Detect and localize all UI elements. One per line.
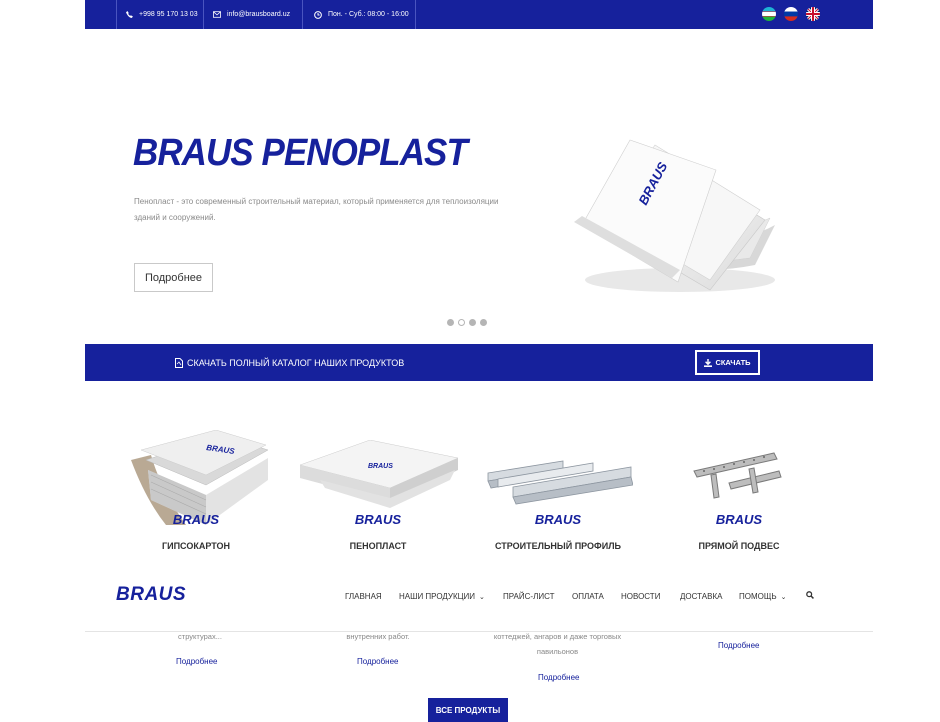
svg-text:BRAUS: BRAUS — [368, 463, 393, 470]
slider-dots — [447, 319, 487, 326]
catalog-link[interactable]: СКАЧАТЬ ПОЛНЫЙ КАТАЛОГ НАШИХ ПРОДУКТОВ — [175, 344, 404, 381]
ru-flag-icon[interactable] — [784, 7, 798, 21]
nav-products-label: НАШИ ПРОДУКЦИИ — [399, 592, 476, 601]
download-button[interactable]: СКАЧАТЬ — [695, 350, 760, 375]
catalog-text: СКАЧАТЬ ПОЛНЫЙ КАТАЛОГ НАШИХ ПРОДУКТОВ — [187, 357, 405, 368]
gypsum-board-image: BRAUS — [131, 430, 269, 525]
search-icon — [806, 591, 814, 599]
nav-payment[interactable]: ОПЛАТА — [572, 592, 604, 601]
logo[interactable]: BRAUS — [116, 584, 186, 606]
slide-dot[interactable] — [447, 319, 454, 326]
download-label: СКАЧАТЬ — [715, 358, 751, 367]
search-button[interactable] — [806, 591, 814, 601]
envelope-icon — [213, 11, 221, 18]
slide-dot-active[interactable] — [458, 319, 465, 326]
hanger-image — [693, 452, 782, 499]
hero-title: BRAUS PENOPLAST — [133, 132, 468, 174]
more-link[interactable]: Подробнее — [538, 673, 580, 682]
nav-delivery[interactable]: ДОСТАВКА — [680, 592, 722, 601]
more-link[interactable]: Подробнее — [718, 641, 760, 650]
more-link[interactable]: Подробнее — [176, 657, 218, 666]
chevron-down-icon: ⌄ — [479, 594, 485, 601]
divider — [302, 0, 303, 29]
product-snippet: коттеджей, ангаров и даже торговых павил… — [493, 632, 622, 656]
product-brand: BRAUS — [172, 512, 220, 527]
download-icon — [704, 358, 713, 367]
product-brand: BRAUS — [354, 512, 402, 527]
nav-products[interactable]: НАШИ ПРОДУКЦИИ ⌄ — [399, 592, 485, 601]
chevron-down-icon: ⌄ — [780, 594, 787, 601]
hero-more-button[interactable]: Подробнее — [134, 263, 213, 292]
gb-flag-icon[interactable] — [806, 7, 820, 21]
penoplast-image: BRAUS — [300, 440, 459, 508]
product-name: ПРЯМОЙ ПОДВЕС — [698, 541, 780, 551]
nav-help[interactable]: ПОМОЩЬ ⌄ — [739, 592, 786, 601]
phone-contact[interactable]: +998 95 170 13 03 — [116, 0, 203, 29]
all-products-button[interactable]: ВСЕ ПРОДУКТЫ — [428, 698, 508, 722]
more-link[interactable]: Подробнее — [357, 657, 399, 666]
hours-info: Пон. - Суб.: 08:00 - 16:00 — [304, 0, 415, 29]
clock-icon — [314, 10, 322, 19]
pdf-file-icon — [175, 357, 183, 368]
nav-help-label: ПОМОЩЬ — [739, 592, 777, 601]
divider — [415, 0, 416, 29]
product-brand: BRAUS — [534, 512, 582, 527]
phone-text: +998 95 170 13 03 — [139, 11, 198, 18]
slide-dot[interactable] — [480, 319, 487, 326]
nav-price-list[interactable]: ПРАЙС-ЛИСТ — [503, 592, 554, 601]
catalog-banner: СКАЧАТЬ ПОЛНЫЙ КАТАЛОГ НАШИХ ПРОДУКТОВ С… — [85, 344, 873, 381]
profile-image — [487, 460, 633, 505]
slide-dot[interactable] — [469, 319, 476, 326]
product-name: ПЕНОПЛАСТ — [349, 541, 407, 551]
email-contact[interactable]: info@brausboard.uz — [203, 0, 302, 29]
email-text: info@brausboard.uz — [227, 11, 291, 18]
main-navbar: BRAUS ГЛАВНАЯ НАШИ ПРОДУКЦИИ ⌄ ПРАЙС-ЛИСТ… — [85, 573, 873, 632]
product-brand: BRAUS — [715, 512, 763, 527]
hours-text: Пон. - Суб.: 08:00 - 16:00 — [328, 11, 409, 18]
product-name: ГИПСОКАРТОН — [162, 541, 230, 551]
uz-flag-icon[interactable] — [762, 7, 776, 21]
nav-news[interactable]: НОВОСТИ — [621, 592, 660, 601]
hero-description: Пенопласт - это современный строительный… — [134, 197, 499, 222]
top-bar: +998 95 170 13 03 info@brausboard.uz Пон… — [85, 0, 873, 29]
product-name: СТРОИТЕЛЬНЫЙ ПРОФИЛЬ — [495, 541, 621, 551]
penoplast-boards-image: BRAUS — [560, 130, 785, 305]
phone-icon — [126, 11, 133, 18]
nav-home[interactable]: ГЛАВНАЯ — [345, 592, 382, 601]
